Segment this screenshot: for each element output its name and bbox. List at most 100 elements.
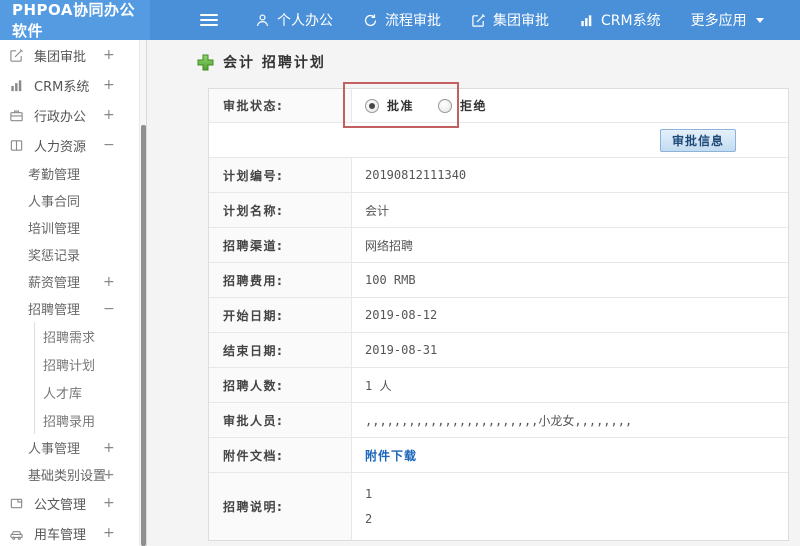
nav-label: 集团审批 <box>493 13 549 29</box>
description-line: 1 <box>365 487 373 501</box>
expand-toggle[interactable]: + <box>103 77 115 93</box>
sidebar-item-label: 公文管理 <box>34 497 87 513</box>
nav-item-more-apps[interactable]: 更多应用 <box>676 0 779 40</box>
table-row: 计划名称: 会计 <box>209 193 788 228</box>
edit-icon <box>9 47 25 63</box>
table-row: 审批人员: ,,,,,,,,,,,,,,,,,,,,,,,,小龙女,,,,,,,… <box>209 403 788 438</box>
sidebar-item-recruit-hire[interactable]: 招聘录用 <box>34 406 139 434</box>
sidebar-item-training[interactable]: 培训管理 <box>0 214 139 241</box>
sidebar-item-attendance[interactable]: 考勤管理 <box>0 160 139 187</box>
table-row-description: 招聘说明: 1 2 <box>209 473 788 540</box>
sidebar-item-salary[interactable]: 薪资管理 + <box>0 268 139 295</box>
radio-reject[interactable] <box>438 98 453 113</box>
row-label: 招聘人数: <box>209 368 352 402</box>
radio-approve-label: 批准 <box>387 99 415 113</box>
row-value: 100 RMB <box>365 273 416 287</box>
row-value: 1 人 <box>365 378 392 393</box>
document-icon <box>9 495 25 511</box>
sidebar-item-admin-office[interactable]: 行政办公 + <box>0 100 139 130</box>
page-title: 会计 招聘计划 <box>197 52 326 72</box>
expand-toggle[interactable]: + <box>103 47 115 63</box>
sidebar-item-label: 行政办公 <box>34 109 87 125</box>
row-value: ,,,,,,,,,,,,,,,,,,,,,,,,小龙女,,,,,,,, <box>365 413 633 428</box>
table-row: 开始日期: 2019-08-12 <box>209 298 788 333</box>
row-value: 20190812111340 <box>365 168 467 182</box>
table-row: 招聘人数: 1 人 <box>209 368 788 403</box>
sidebar-item-label: 人事管理 <box>28 442 81 457</box>
radio-reject-label: 拒绝 <box>460 99 488 113</box>
row-label: 计划编号: <box>209 158 352 192</box>
table-row: 计划编号: 20190812111340 <box>209 158 788 193</box>
briefcase-icon <box>9 107 25 123</box>
sidebar-item-label: 人才库 <box>43 386 83 402</box>
sidebar-item-group-approval[interactable]: 集团审批 + <box>0 40 139 70</box>
app-logo: PHPOA协同办公软件 <box>0 0 150 40</box>
sidebar-item-hr-contract[interactable]: 人事合同 <box>0 187 139 214</box>
detail-table: 审批状态: 批准 拒绝 审批信息 计划编号: 20190812111340 计划… <box>208 88 789 541</box>
expand-toggle[interactable]: − <box>103 301 115 317</box>
sidebar-item-label: 用车管理 <box>34 527 87 543</box>
page-title-text: 会计 招聘计划 <box>223 55 326 71</box>
nav-label: 流程审批 <box>385 13 441 29</box>
menu-icon[interactable] <box>200 14 218 26</box>
expand-toggle[interactable]: − <box>103 137 115 153</box>
row-label: 附件文档: <box>209 438 352 472</box>
sidebar-item-vehicle-mgmt[interactable]: 用车管理 + <box>0 518 139 546</box>
add-plus-icon[interactable] <box>197 54 214 71</box>
table-row-actions: 审批信息 <box>209 123 788 158</box>
sidebar-item-label: 人事合同 <box>28 195 81 210</box>
row-label: 计划名称: <box>209 193 352 227</box>
nav-item-workflow-approval[interactable]: 流程审批 <box>348 0 456 40</box>
sidebar-scrollbar <box>139 40 146 546</box>
sidebar-item-label: 考勤管理 <box>28 168 81 183</box>
nav-label: CRM系统 <box>601 13 661 29</box>
sidebar-item-label: 人力资源 <box>34 139 87 155</box>
row-label: 招聘费用: <box>209 263 352 297</box>
bar-chart-icon <box>9 77 25 93</box>
expand-toggle[interactable]: + <box>103 467 115 483</box>
sidebar-item-talent-pool[interactable]: 人才库 <box>34 378 139 406</box>
expand-toggle[interactable]: + <box>103 274 115 290</box>
process-icon <box>363 13 378 28</box>
sidebar-item-recruit-mgmt[interactable]: 招聘管理 − <box>0 295 139 322</box>
sidebar-item-hr[interactable]: 人力资源 − <box>0 130 139 160</box>
sidebar-item-recruit-plan[interactable]: 招聘计划 <box>34 350 139 378</box>
sidebar-item-crm[interactable]: CRM系统 + <box>0 70 139 100</box>
caret-down-icon <box>755 17 764 23</box>
nav-item-group-approval[interactable]: 集团审批 <box>456 0 564 40</box>
attachment-download-link[interactable]: 附件下载 <box>365 447 417 464</box>
table-row-status: 审批状态: 批准 拒绝 <box>209 89 788 123</box>
row-label: 招聘说明: <box>209 473 352 540</box>
sidebar-item-personnel-mgmt[interactable]: 人事管理 + <box>0 434 139 461</box>
sidebar-item-recruit-demand[interactable]: 招聘需求 <box>34 322 139 350</box>
expand-toggle[interactable]: + <box>103 107 115 123</box>
sidebar-item-label: 基础类别设置 <box>28 469 107 484</box>
sidebar-item-document-mgmt[interactable]: 公文管理 + <box>0 488 139 518</box>
sidebar: 集团审批 + CRM系统 + 行政办公 + 人力资源 − 考勤管理 人事合同 培… <box>0 40 139 546</box>
sidebar-item-base-category[interactable]: 基础类别设置 + <box>0 461 139 488</box>
nav-label: 个人办公 <box>277 13 333 29</box>
approval-info-button[interactable]: 审批信息 <box>659 128 736 152</box>
radio-approve[interactable] <box>365 98 379 113</box>
nav-item-crm[interactable]: CRM系统 <box>564 0 676 40</box>
sidebar-item-label: 招聘需求 <box>43 330 96 346</box>
top-bar: PHPOA协同办公软件 个人办公 流程审批 集团审批 CRM系统 更多应用 <box>0 0 800 40</box>
sidebar-item-label: 培训管理 <box>28 222 81 237</box>
row-label: 结束日期: <box>209 333 352 367</box>
table-row: 结束日期: 2019-08-31 <box>209 333 788 368</box>
bar-chart-icon <box>579 13 594 28</box>
nav-item-personal-office[interactable]: 个人办公 <box>240 0 348 40</box>
sidebar-item-label: 招聘录用 <box>43 414 96 430</box>
expand-toggle[interactable]: + <box>103 495 115 511</box>
row-value: 2019-08-31 <box>365 343 438 357</box>
sidebar-item-label: CRM系统 <box>34 79 90 95</box>
row-label: 审批状态: <box>209 89 352 122</box>
expand-toggle[interactable]: + <box>103 440 115 456</box>
expand-toggle[interactable]: + <box>103 525 115 541</box>
edit-icon <box>471 13 486 28</box>
sidebar-item-label: 集团审批 <box>34 49 87 65</box>
user-icon <box>255 13 270 28</box>
nav-label: 更多应用 <box>690 13 747 29</box>
sidebar-item-reward-punishment[interactable]: 奖惩记录 <box>0 241 139 268</box>
row-label: 审批人员: <box>209 403 352 437</box>
